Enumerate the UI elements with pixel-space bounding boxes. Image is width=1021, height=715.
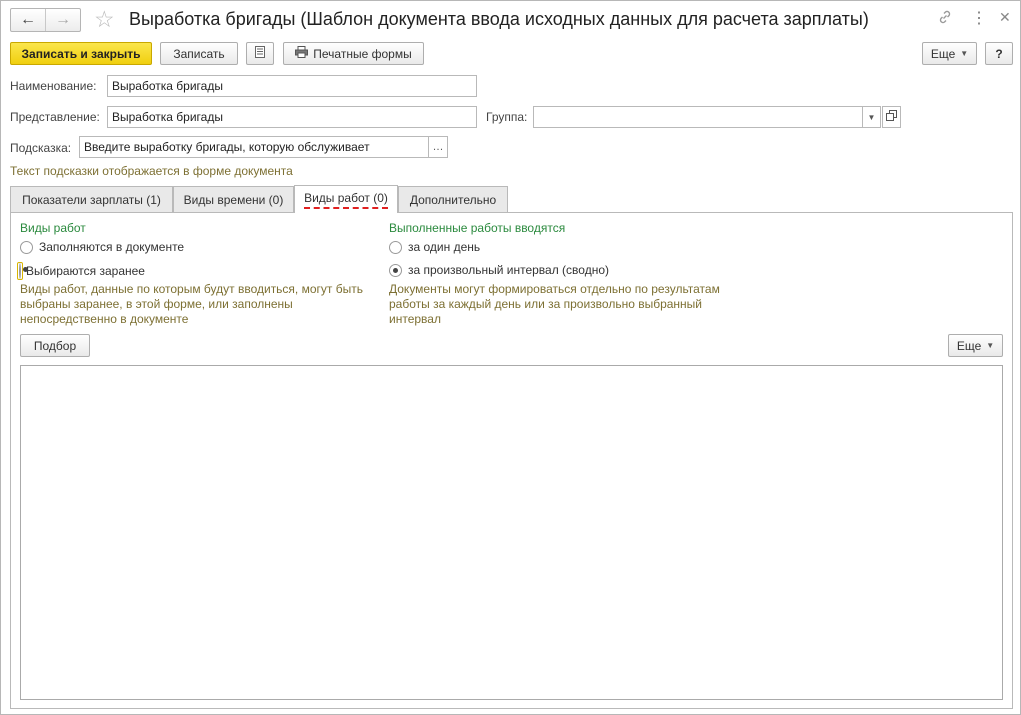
tab-label: Виды работ (0) <box>304 191 388 209</box>
print-forms-label: Печатные формы <box>313 46 412 61</box>
radio-label: за один день <box>408 240 481 254</box>
radio-label: за произвольный интервал (сводно) <box>408 263 609 277</box>
more-vertical-icon[interactable]: ⋮ <box>971 8 987 28</box>
back-arrow-icon[interactable]: ← <box>11 9 46 31</box>
radio-label: Заполняются в документе <box>39 240 185 254</box>
tab-additional[interactable]: Дополнительно <box>398 186 508 212</box>
radio-label: Выбираются заранее <box>26 264 145 278</box>
more-menu-label: Еще <box>956 338 982 353</box>
document-icon <box>255 46 265 61</box>
tab-work-types[interactable]: Виды работ (0) <box>294 185 398 213</box>
document-window: ← → ☆ Выработка бригады (Шаблон документ… <box>0 0 1021 715</box>
tab-salary-indicators[interactable]: Показатели зарплаты (1) <box>10 186 173 212</box>
navigation-group: ← → <box>10 8 81 32</box>
group-open-button[interactable] <box>882 106 901 128</box>
printer-icon <box>295 46 309 61</box>
help-button[interactable]: ? <box>985 42 1013 65</box>
more-menu-label: Еще <box>930 46 956 61</box>
group-dropdown-button[interactable]: ▼ <box>862 106 881 128</box>
description-line: работы за каждый день или за произвольно… <box>389 297 703 311</box>
close-icon[interactable]: ✕ <box>999 9 1011 26</box>
tab-label: Показатели зарплаты (1) <box>22 192 161 207</box>
dropdown-caret-icon: ▼ <box>986 341 995 350</box>
print-forms-button[interactable]: Печатные формы <box>283 42 424 65</box>
link-icon[interactable] <box>937 9 953 29</box>
work-types-section-title: Виды работ <box>20 221 86 235</box>
presentation-input[interactable]: Выработка бригады <box>107 106 477 128</box>
radio-button-icon <box>389 240 402 254</box>
save-button[interactable]: Записать <box>160 42 238 65</box>
tab-label: Дополнительно <box>409 192 497 207</box>
hint-label: Подсказка: <box>10 141 72 155</box>
focus-frame <box>17 262 23 280</box>
window-title: Выработка бригады (Шаблон документа ввод… <box>129 9 869 29</box>
tab-time-types[interactable]: Виды времени (0) <box>173 186 294 212</box>
dropdown-caret-icon: ▼ <box>960 49 969 58</box>
name-input[interactable]: Выработка бригады <box>107 75 477 97</box>
more-menu-button[interactable]: Еще ▼ <box>922 42 977 65</box>
description-line: непосредственно в документе <box>20 312 189 326</box>
description-line: Документы могут формироваться отдельно п… <box>389 282 720 296</box>
document-list-button[interactable] <box>246 42 274 65</box>
presentation-label: Представление: <box>10 110 100 124</box>
radio-one-day[interactable]: за один день <box>389 240 480 254</box>
pick-button[interactable]: Подбор <box>20 334 90 357</box>
description-line: Виды работ, данные по которым будут ввод… <box>20 282 363 296</box>
hint-select-button[interactable]: … <box>428 136 448 158</box>
work-types-table[interactable] <box>20 365 1003 700</box>
work-types-description: Виды работ, данные по которым будут ввод… <box>20 282 363 327</box>
radio-button-selected-icon <box>19 263 21 279</box>
hint-input[interactable]: Введите выработку бригады, которую обслу… <box>79 136 429 158</box>
save-and-close-button[interactable]: Записать и закрыть <box>10 42 152 65</box>
group-input[interactable] <box>533 106 863 128</box>
tab-label: Виды времени (0) <box>183 192 284 207</box>
dropdown-caret-icon: ▼ <box>867 112 876 122</box>
name-label: Наименование: <box>10 79 97 93</box>
hint-note: Текст подсказки отображается в форме док… <box>10 164 293 178</box>
radio-arbitrary-interval[interactable]: за произвольный интервал (сводно) <box>389 263 609 277</box>
performed-work-description: Документы могут формироваться отдельно п… <box>389 282 720 327</box>
table-more-button[interactable]: Еще ▼ <box>948 334 1003 357</box>
radio-filled-in-document[interactable]: Заполняются в документе <box>20 240 184 254</box>
favorite-star-icon[interactable]: ☆ <box>94 6 115 32</box>
forward-arrow-icon[interactable]: → <box>46 9 80 31</box>
performed-work-section-title: Выполненные работы вводятся <box>389 221 566 235</box>
radio-button-icon <box>20 240 33 254</box>
description-line: интервал <box>389 312 441 326</box>
group-label: Группа: <box>486 110 528 124</box>
open-window-icon <box>886 110 897 124</box>
description-line: выбраны заранее, в этой форме, или запол… <box>20 297 293 311</box>
radio-button-selected-icon <box>389 263 402 277</box>
radio-selected-in-advance[interactable]: Выбираются заранее <box>17 262 145 280</box>
ellipsis-icon: … <box>432 141 444 153</box>
